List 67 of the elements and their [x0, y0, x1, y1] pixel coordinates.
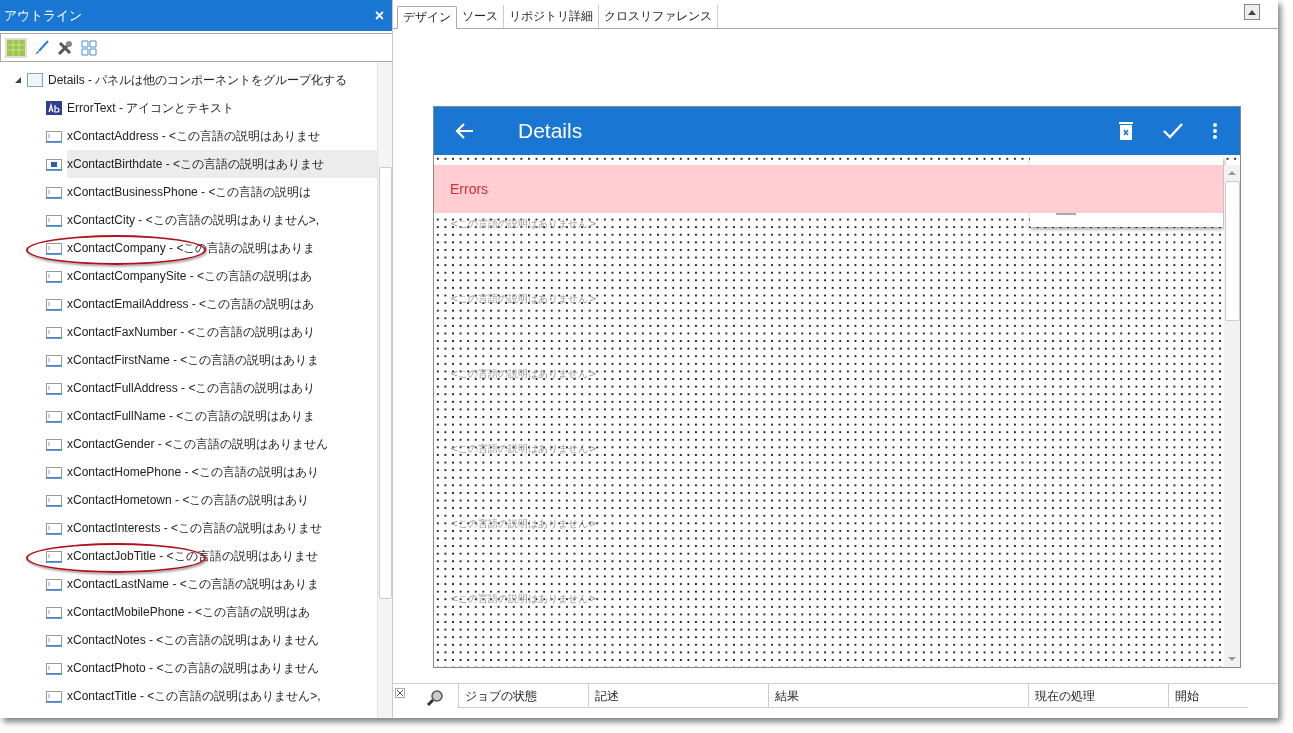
scroll-up-icon[interactable]: [1227, 169, 1237, 177]
column-header[interactable]: 開始: [1168, 684, 1248, 708]
tree-item[interactable]: xContactHomePhone - <この言語の説明はあり: [67, 458, 319, 486]
input-field-icon: [46, 353, 62, 367]
input-field-icon: [46, 465, 62, 479]
column-header[interactable]: 現在の処理: [1028, 684, 1168, 708]
input-field-icon: [46, 241, 62, 255]
tree-item[interactable]: xContactGender - <この言語の説明はありません: [67, 430, 329, 458]
tree-item[interactable]: xContactCompanySite - <この言語の説明はあ: [67, 262, 313, 290]
input-field-icon: [46, 605, 62, 619]
input-field-icon: [46, 521, 62, 535]
scrollbar[interactable]: [1224, 165, 1240, 667]
input-field-icon: [46, 213, 62, 227]
input-field-icon: [46, 661, 62, 675]
panel-title: アウトライン: [4, 6, 83, 25]
input-field-icon: [46, 633, 62, 647]
tree-item[interactable]: ErrorText - アイコンとテキスト: [67, 94, 235, 122]
column-header[interactable]: 結果: [768, 684, 1028, 708]
tree-item[interactable]: Details - パネルは他のコンポーネントをグループ化する: [48, 66, 348, 94]
check-icon[interactable]: [1162, 122, 1184, 140]
input-field-icon: [46, 381, 62, 395]
input-field-icon: [46, 493, 62, 507]
tree-item[interactable]: xContactMobilePhone - <この言語の説明はあ: [67, 598, 311, 626]
error-text: Errors: [450, 181, 489, 197]
tab[interactable]: デザイン: [397, 6, 457, 29]
screen-title: Details: [518, 119, 583, 143]
tree-item[interactable]: xContactPhoto - <この言語の説明はありません: [67, 654, 320, 682]
tree-item[interactable]: xContactEmailAddress - <この言語の説明はあ: [67, 290, 315, 318]
input-field-icon: [46, 689, 62, 703]
tree-item[interactable]: xContactFaxNumber - <この言語の説明はあり: [67, 318, 315, 346]
close-button[interactable]: ×: [372, 6, 386, 25]
tree-item[interactable]: xContactAddress - <この言語の説明はありませ: [67, 122, 321, 150]
maximize-icon[interactable]: [1244, 4, 1260, 20]
input-field-icon: [46, 269, 62, 283]
column-header[interactable]: 記述: [588, 684, 768, 708]
delete-icon[interactable]: [1118, 121, 1134, 141]
input-field-icon: [46, 297, 62, 311]
tree-item[interactable]: xContactTitle - <この言語の説明はありません>,: [67, 682, 321, 710]
input-field-icon: [46, 409, 62, 423]
scroll-down-icon[interactable]: [1227, 655, 1237, 663]
text-icon: [46, 101, 62, 115]
input-field-icon: [46, 129, 62, 143]
search-icon[interactable]: [426, 689, 444, 707]
tree-item[interactable]: xContactHometown - <この言語の説明はあり: [67, 486, 310, 514]
tree-item[interactable]: xContactBusinessPhone - <この言語の説明は: [67, 178, 312, 206]
tree-item[interactable]: xContactInterests - <この言語の説明はありませ: [67, 514, 323, 542]
scroll-thumb[interactable]: [1224, 181, 1240, 321]
tree-item[interactable]: xContactCity - <この言語の説明はありません>,: [67, 206, 320, 234]
tree-item[interactable]: xContactLastName - <この言語の説明はありま: [67, 570, 319, 598]
tree-item[interactable]: xContactFullName - <この言語の説明はありま: [67, 402, 316, 430]
input-field-icon: [46, 577, 62, 591]
input-field-icon: [46, 437, 62, 451]
panel-icon: [27, 73, 43, 87]
back-arrow-icon[interactable]: [454, 122, 474, 140]
close-icon[interactable]: [395, 688, 405, 698]
expand-arrow-icon[interactable]: [14, 76, 22, 84]
more-icon[interactable]: [1212, 122, 1218, 140]
tree-item[interactable]: xContactBirthdate - <この言語の説明はありませ: [67, 150, 325, 178]
input-field-icon: [46, 325, 62, 339]
tree-item[interactable]: xContactNotes - <この言語の説明はありません: [67, 626, 320, 654]
scrollbar[interactable]: [377, 62, 392, 718]
column-header[interactable]: ジョブの状態: [458, 684, 588, 708]
input-field-icon: [46, 185, 62, 199]
input-field-icon: [46, 549, 62, 563]
tree-item[interactable]: xContactFirstName - <この言語の説明はありま: [67, 346, 320, 374]
tree-item[interactable]: xContactFullAddress - <この言語の説明はあり: [67, 374, 316, 402]
calendar-field-icon: [46, 157, 62, 171]
